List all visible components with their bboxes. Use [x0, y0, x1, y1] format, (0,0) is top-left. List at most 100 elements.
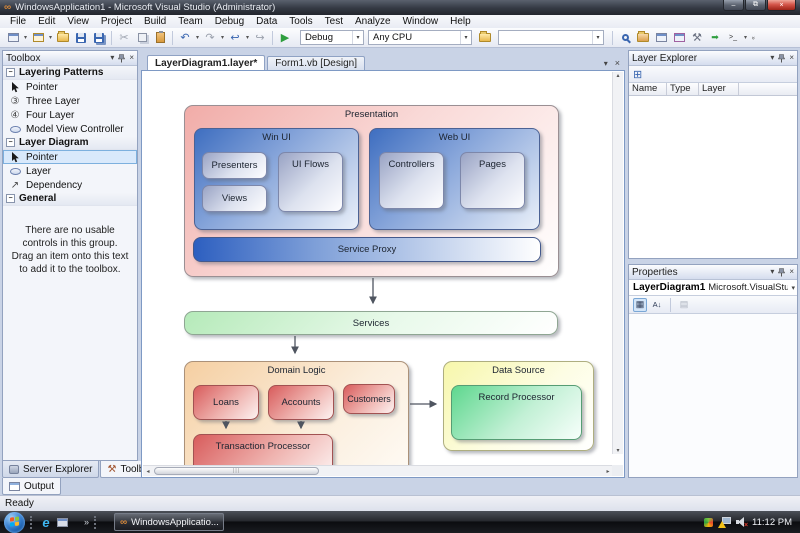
column-layer[interactable]: Layer [699, 83, 739, 95]
redo-button[interactable]: ↷ [201, 30, 219, 46]
start-button[interactable] [4, 512, 25, 533]
toolbox-header[interactable]: Toolbox ▾ × [3, 51, 137, 66]
new-project-button[interactable] [4, 30, 22, 46]
internet-explorer-icon[interactable]: e [38, 515, 54, 530]
undo-button[interactable]: ↶ [176, 30, 194, 46]
menu-project[interactable]: Project [95, 15, 138, 28]
save-button[interactable] [72, 30, 90, 46]
close-button[interactable]: × [767, 0, 796, 11]
restore-button[interactable]: ⧉ [745, 0, 766, 11]
taskbar-button-windowsapplication1[interactable]: ∞ WindowsApplicatio... [114, 513, 224, 531]
command-window-button[interactable]: >_ [724, 30, 742, 46]
open-file-button[interactable] [54, 30, 72, 46]
alphabetical-button[interactable]: A↓ [650, 298, 664, 312]
tab-output[interactable]: Output [2, 478, 61, 495]
redo-dropdown[interactable]: ▾ [219, 34, 226, 41]
menu-window[interactable]: Window [397, 15, 445, 28]
tab-server-explorer[interactable]: Server Explorer [2, 461, 99, 478]
save-all-button[interactable] [90, 30, 108, 46]
layer-transaction-processor[interactable]: Transaction Processor [193, 434, 333, 466]
menu-view[interactable]: View [61, 15, 95, 28]
menu-debug[interactable]: Debug [209, 15, 250, 28]
pin-icon[interactable] [118, 54, 125, 63]
window-position-icon[interactable]: ▾ [110, 53, 114, 63]
close-icon[interactable]: × [789, 53, 794, 63]
layer-presenters[interactable]: Presenters [202, 152, 267, 179]
categorized-button[interactable]: ▦ [633, 298, 647, 312]
toolbox-item-model-view-controller[interactable]: Model View Controller [3, 122, 137, 136]
layer-explorer-header[interactable]: Layer Explorer ▾ × [629, 51, 797, 66]
toolbox-item-dependency[interactable]: ↗ Dependency [3, 178, 137, 192]
find-combo[interactable]: ▾ [498, 30, 604, 45]
collapse-icon[interactable]: − [6, 138, 15, 147]
add-item-button[interactable] [29, 30, 47, 46]
window-position-icon[interactable]: ▾ [770, 53, 774, 63]
solution-explorer-button[interactable] [634, 30, 652, 46]
properties-object-combo[interactable]: LayerDiagram1 Microsoft.VisualStudio.T ▾ [629, 280, 797, 296]
menu-test[interactable]: Test [319, 15, 349, 28]
extension-manager-button[interactable]: ➡ [706, 30, 724, 46]
tray-app-icon[interactable] [704, 518, 713, 527]
layer-ui-flows[interactable]: UI Flows [278, 152, 343, 212]
scroll-down-icon[interactable]: ▾ [616, 447, 619, 454]
toolbox-item-layer[interactable]: Layer [3, 164, 137, 178]
menu-team[interactable]: Team [172, 15, 208, 28]
close-icon[interactable]: × [129, 53, 134, 63]
menu-file[interactable]: File [4, 15, 32, 28]
toolbox-button[interactable]: ⚒ [688, 30, 706, 46]
close-icon[interactable]: × [789, 267, 794, 277]
copy-button[interactable] [133, 30, 151, 46]
horizontal-scrollbar[interactable]: ◂ ||| ▸ [143, 465, 613, 476]
properties-window-button[interactable] [652, 30, 670, 46]
collapse-icon[interactable]: − [6, 68, 15, 77]
menu-build[interactable]: Build [138, 15, 172, 28]
menu-analyze[interactable]: Analyze [349, 15, 397, 28]
menu-help[interactable]: Help [444, 15, 477, 28]
toolbar-overflow-button[interactable]: » [750, 34, 756, 41]
menu-data[interactable]: Data [250, 15, 283, 28]
document-list-dropdown-icon[interactable]: ▾ [604, 59, 608, 68]
collapse-icon[interactable]: − [6, 194, 15, 203]
solution-configuration-combo[interactable]: Debug ▾ [300, 30, 364, 45]
solution-platform-combo[interactable]: Any CPU ▾ [368, 30, 472, 45]
close-document-icon[interactable]: × [615, 58, 620, 68]
layer-views[interactable]: Views [202, 185, 267, 212]
quick-launch-overflow-icon[interactable]: » [84, 517, 89, 527]
layer-explorer-list[interactable] [629, 96, 797, 258]
layer-service-proxy[interactable]: Service Proxy [193, 237, 541, 262]
object-browser-button[interactable] [670, 30, 688, 46]
paste-button[interactable] [151, 30, 169, 46]
navigate-back-dropdown[interactable]: ▾ [244, 34, 251, 41]
switch-windows-icon[interactable] [54, 518, 70, 527]
layer-customers[interactable]: Customers [343, 384, 395, 414]
menu-tools[interactable]: Tools [283, 15, 318, 28]
scroll-left-icon[interactable]: ◂ [143, 466, 153, 476]
toolbox-item-pointer-selected[interactable]: Pointer [3, 150, 137, 164]
toolbox-group-layering-patterns[interactable]: − Layering Patterns [3, 66, 137, 80]
search-button[interactable] [616, 30, 634, 46]
tab-form1-design[interactable]: Form1.vb [Design] [267, 56, 365, 70]
toolbox-item-four-layer[interactable]: ④ Four Layer [3, 108, 137, 122]
new-project-dropdown[interactable]: ▾ [22, 34, 29, 41]
network-status-icon[interactable] [718, 517, 731, 528]
scroll-up-icon[interactable]: ▴ [616, 72, 619, 79]
scrollbar-thumb[interactable]: ||| [154, 467, 319, 475]
layer-loans[interactable]: Loans [193, 385, 259, 420]
window-position-icon[interactable]: ▾ [770, 267, 774, 277]
tab-layerdiagram1[interactable]: LayerDiagram1.layer* [147, 55, 265, 70]
quick-launch-grip[interactable] [30, 516, 33, 529]
toolbox-group-layer-diagram[interactable]: − Layer Diagram [3, 136, 137, 150]
add-layer-button[interactable]: ⊞ [633, 68, 642, 81]
volume-muted-icon[interactable]: × [736, 517, 747, 527]
find-in-files-button[interactable] [476, 30, 494, 46]
cut-button[interactable]: ✂ [115, 30, 133, 46]
menu-edit[interactable]: Edit [32, 15, 61, 28]
column-name[interactable]: Name [629, 83, 667, 95]
navigate-back-button[interactable]: ↩ [226, 30, 244, 46]
properties-header[interactable]: Properties ▾ × [629, 265, 797, 280]
toolbox-item-pointer[interactable]: Pointer [3, 80, 137, 94]
column-type[interactable]: Type [667, 83, 699, 95]
navigate-forward-button[interactable]: ↪ [251, 30, 269, 46]
taskbar-clock[interactable]: 11:12 PM [752, 517, 792, 528]
undo-dropdown[interactable]: ▾ [194, 34, 201, 41]
